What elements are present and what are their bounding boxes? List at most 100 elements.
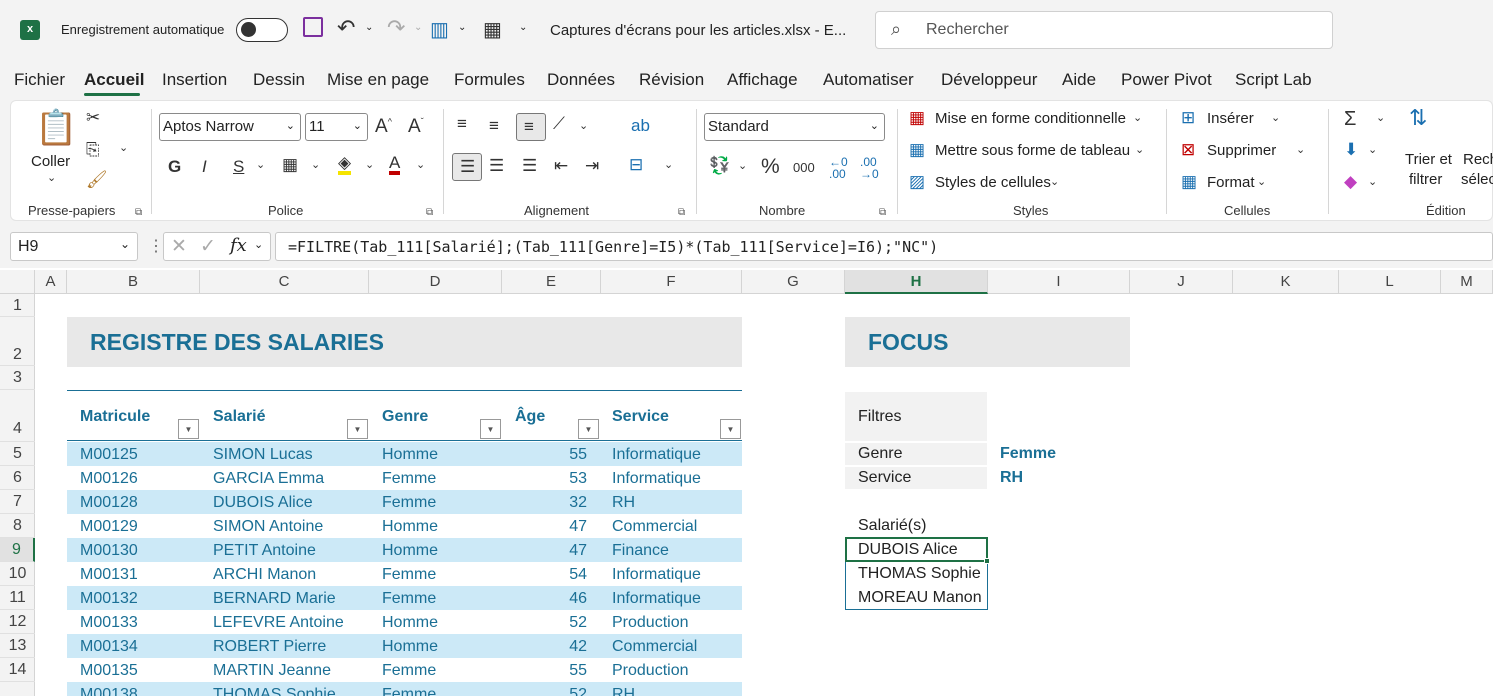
matricule-cell[interactable]: M00133	[80, 614, 138, 632]
enter-icon[interactable]: ✓	[200, 235, 216, 258]
row-header-1[interactable]: 1	[0, 294, 35, 317]
service-cell[interactable]: Production	[612, 662, 689, 680]
table-row[interactable]: M00131 ARCHI Manon Femme 54 Informatique	[67, 562, 742, 586]
undo-dropdown-icon[interactable]: ⌄	[365, 22, 373, 33]
age-cell[interactable]: 46	[547, 590, 587, 608]
conditional-format-dropdown-icon[interactable]: ⌄	[1133, 113, 1142, 124]
row-header-9[interactable]: 9	[0, 538, 35, 562]
filter-service-button[interactable]: ▼	[720, 419, 741, 439]
salarie-cell[interactable]: DUBOIS Alice	[213, 494, 313, 512]
fill-color-dropdown-icon[interactable]: ⌄	[365, 160, 374, 171]
row-header-14[interactable]: 14	[0, 658, 35, 682]
find-select-label-1[interactable]: Rech	[1463, 151, 1493, 168]
column-header-i[interactable]: I	[988, 270, 1130, 294]
tab-affichage[interactable]: Affichage	[727, 70, 798, 90]
tab-dessin[interactable]: Dessin	[253, 70, 305, 90]
column-header-j[interactable]: J	[1130, 270, 1233, 294]
tab-automatiser[interactable]: Automatiser	[823, 70, 914, 90]
table-row[interactable]: M00134 ROBERT Pierre Homme 42 Commercial	[67, 634, 742, 658]
age-cell[interactable]: 42	[547, 638, 587, 656]
autosum-icon[interactable]: Σ	[1344, 109, 1356, 129]
percent-button[interactable]: %	[761, 156, 780, 177]
autosave-toggle[interactable]	[236, 18, 288, 42]
underline-dropdown-icon[interactable]: ⌄	[256, 160, 265, 171]
customize-toolbar-icon[interactable]: ⌄	[519, 22, 527, 33]
format-as-table-button[interactable]: Mettre sous forme de tableau	[935, 142, 1130, 159]
font-launcher-icon[interactable]: ⧉	[426, 207, 433, 218]
decrease-indent-icon[interactable]: ⇤	[554, 157, 568, 174]
number-format-dropdown[interactable]: Standard ⌄	[704, 113, 885, 141]
sort-filter-label-2[interactable]: filtrer	[1409, 171, 1442, 188]
salarie-cell[interactable]: PETIT Antoine	[213, 542, 316, 560]
result-item[interactable]: MOREAU Manon	[858, 589, 982, 607]
salarie-cell[interactable]: SIMON Antoine	[213, 518, 323, 536]
tab-formules[interactable]: Formules	[454, 70, 525, 90]
sort-filter-label-1[interactable]: Trier et	[1405, 151, 1452, 168]
filter-matricule-button[interactable]: ▼	[178, 419, 199, 439]
column-header-g[interactable]: G	[742, 270, 845, 294]
filter-salarie-button[interactable]: ▼	[347, 419, 368, 439]
row-header-5[interactable]: 5	[0, 442, 35, 466]
table-row[interactable]: M00128 DUBOIS Alice Femme 32 RH	[67, 490, 742, 514]
align-center-icon[interactable]: ☰	[489, 157, 504, 174]
table-row[interactable]: M00125 SIMON Lucas Homme 55 Informatique	[67, 442, 742, 466]
tab-script-lab[interactable]: Script Lab	[1235, 70, 1312, 90]
merge-dropdown-icon[interactable]: ⌄	[664, 160, 673, 171]
chart-icon[interactable]: ▥	[430, 17, 449, 42]
genre-cell[interactable]: Homme	[382, 542, 438, 560]
accounting-format-icon[interactable]: 💱	[709, 157, 730, 174]
row-header-4[interactable]: 4	[0, 390, 35, 442]
thousands-separator-button[interactable]: 000	[793, 161, 815, 174]
matricule-cell[interactable]: M00135	[80, 662, 138, 680]
borders-icon[interactable]: ▦	[282, 156, 298, 173]
filter-age-button[interactable]: ▼	[578, 419, 599, 439]
salarie-cell[interactable]: MARTIN Jeanne	[213, 662, 331, 680]
service-cell[interactable]: Commercial	[612, 638, 697, 656]
salarie-cell[interactable]: GARCIA Emma	[213, 470, 324, 488]
service-cell[interactable]: Production	[612, 614, 689, 632]
format-painter-icon[interactable]: 🖌	[86, 171, 108, 188]
table-row[interactable]: M00126 GARCIA Emma Femme 53 Informatique	[67, 466, 742, 490]
column-header-m[interactable]: M	[1441, 270, 1493, 294]
result-item[interactable]: THOMAS Sophie	[858, 565, 981, 583]
tab-donnees[interactable]: Données	[547, 70, 615, 90]
genre-cell[interactable]: Femme	[382, 686, 436, 696]
decrease-decimal-icon[interactable]: .00 →0	[860, 156, 879, 180]
increase-decimal-icon[interactable]: ←0.00	[829, 156, 848, 180]
column-header-h[interactable]: H	[845, 270, 988, 294]
genre-filter-value[interactable]: Femme	[1000, 445, 1056, 463]
font-name-dropdown[interactable]: Aptos Narrow ⌄	[159, 113, 301, 141]
salarie-cell[interactable]: THOMAS Sophie	[213, 686, 336, 696]
salarie-cell[interactable]: SIMON Lucas	[213, 446, 313, 464]
row-header-2[interactable]: 2	[0, 317, 35, 366]
service-cell[interactable]: Informatique	[612, 590, 701, 608]
paste-dropdown-icon[interactable]: ⌄	[47, 173, 56, 184]
name-box-dropdown-icon[interactable]: ⌄	[120, 237, 130, 251]
wrap-text-icon[interactable]: ab	[631, 117, 650, 134]
matricule-cell[interactable]: M00125	[80, 446, 138, 464]
table-row[interactable]: M00130 PETIT Antoine Homme 47 Finance	[67, 538, 742, 562]
delete-dropdown-icon[interactable]: ⌄	[1296, 145, 1305, 156]
genre-cell[interactable]: Femme	[382, 470, 436, 488]
column-header-k[interactable]: K	[1233, 270, 1339, 294]
column-header-a[interactable]: A	[35, 270, 67, 294]
delete-cells-button[interactable]: Supprimer	[1207, 142, 1276, 159]
row-header-10[interactable]: 10	[0, 562, 35, 586]
borders-dropdown-icon[interactable]: ⌄	[311, 160, 320, 171]
column-header-d[interactable]: D	[369, 270, 502, 294]
align-right-icon[interactable]: ☰	[522, 157, 537, 174]
matricule-cell[interactable]: M00131	[80, 566, 138, 584]
table-row[interactable]: M00138 THOMAS Sophie Femme 52 RH	[67, 682, 742, 696]
alignment-launcher-icon[interactable]: ⧉	[678, 207, 685, 218]
number-launcher-icon[interactable]: ⧉	[879, 207, 886, 218]
row-header-12[interactable]: 12	[0, 610, 35, 634]
paste-button[interactable]: Coller	[31, 153, 70, 170]
row-header-13[interactable]: 13	[0, 634, 35, 658]
age-cell[interactable]: 52	[547, 686, 587, 696]
column-header-l[interactable]: L	[1339, 270, 1441, 294]
genre-cell[interactable]: Homme	[382, 446, 438, 464]
filter-genre-button[interactable]: ▼	[480, 419, 501, 439]
tab-power-pivot[interactable]: Power Pivot	[1121, 70, 1212, 90]
cut-icon[interactable]: ✂	[86, 109, 100, 126]
format-cells-button[interactable]: Format	[1207, 174, 1255, 191]
